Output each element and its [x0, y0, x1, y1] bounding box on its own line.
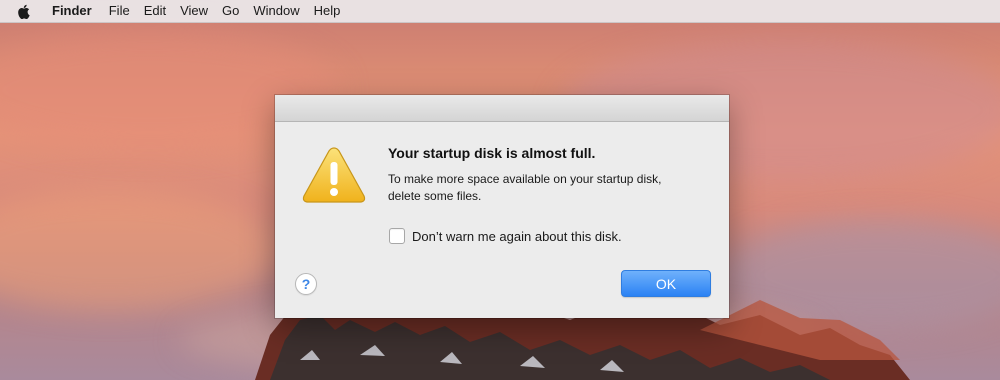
- dont-warn-checkbox-row[interactable]: Don’t warn me again about this disk.: [389, 228, 622, 244]
- help-button[interactable]: ?: [295, 273, 317, 295]
- dont-warn-checkbox[interactable]: [389, 228, 405, 244]
- menu-help[interactable]: Help: [307, 0, 348, 22]
- startup-disk-alert-dialog: Your startup disk is almost full. To mak…: [275, 95, 729, 318]
- menu-bar: Finder File Edit View Go Window Help: [0, 0, 1000, 23]
- menu-view[interactable]: View: [173, 0, 215, 22]
- dialog-message: To make more space available on your sta…: [388, 171, 708, 205]
- dialog-titlebar[interactable]: [275, 95, 729, 122]
- ok-button[interactable]: OK: [621, 270, 711, 297]
- warning-triangle-icon: [302, 147, 366, 203]
- dialog-message-line: To make more space available on your sta…: [388, 172, 662, 186]
- dialog-message-line: delete some files.: [388, 189, 482, 203]
- menu-window[interactable]: Window: [246, 0, 306, 22]
- menu-file[interactable]: File: [102, 0, 137, 22]
- menu-go[interactable]: Go: [215, 0, 246, 22]
- menu-finder[interactable]: Finder: [45, 0, 99, 22]
- apple-logo-icon[interactable]: [17, 4, 30, 19]
- dialog-title: Your startup disk is almost full.: [388, 145, 596, 161]
- dont-warn-label[interactable]: Don’t warn me again about this disk.: [412, 229, 622, 244]
- menu-edit[interactable]: Edit: [137, 0, 173, 22]
